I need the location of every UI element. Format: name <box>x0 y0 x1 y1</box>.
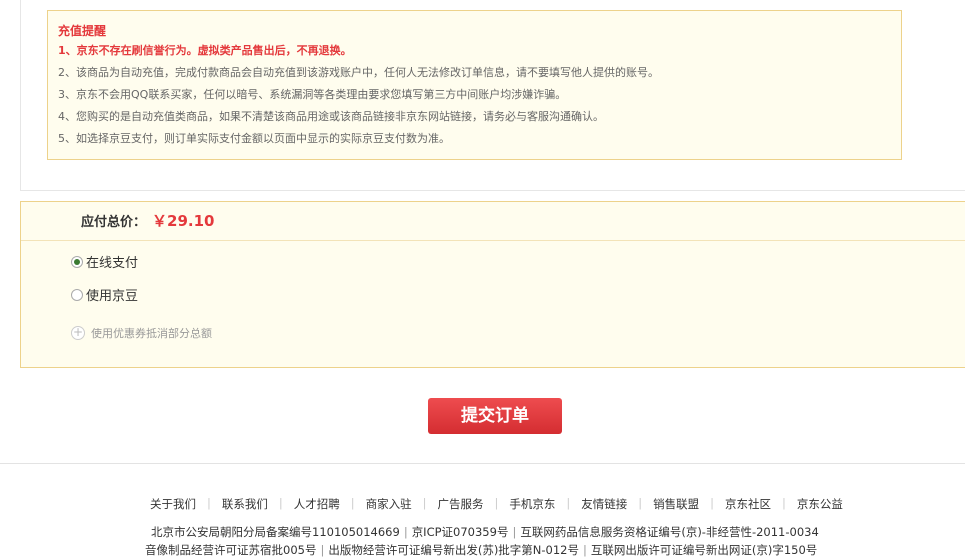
notice-line-3: 3、京东不会用QQ联系买家，任何以暗号、系统漏洞等各类理由要求您填写第三方中间账… <box>58 88 567 101</box>
footer-license-line-2: 音像制品经营许可证苏宿批005号 | 出版物经营许可证编号新出发(苏)批字第N-01… <box>145 542 817 558</box>
separator: | <box>207 496 211 510</box>
separator: | <box>350 496 355 510</box>
footer-link-contact[interactable]: 联系我们 <box>222 496 268 512</box>
radio-unchecked-icon[interactable] <box>71 288 83 301</box>
submit-order-button[interactable]: 提交订单 <box>428 398 562 434</box>
recharge-notice: 充值提醒 1、京东不存在刷信誉行为。虚拟类产品售出后，不再退换。 2、该商品为自… <box>47 10 902 160</box>
footer-license-text: 音像制品经营许可证苏宿批005号 <box>145 543 317 557</box>
radio-checked-icon[interactable] <box>71 255 83 268</box>
jingdou-label: 使用京豆 <box>86 289 139 304</box>
online-payment-label: 在线支付 <box>86 256 139 271</box>
footer-link-merchant[interactable]: 商家入驻 <box>366 496 412 512</box>
footer-links: 关于我们 | 联系我们 | 人才招聘 | 商家入驻 | 广告服务 | 手机京东 | 友情链接… <box>150 496 843 512</box>
separator: | <box>320 543 325 557</box>
footer-license-text: 北京市公安局朝阳分局备案编号110105014669 <box>151 525 400 539</box>
separator: | <box>512 525 517 539</box>
separator: | <box>638 496 643 510</box>
separator: | <box>403 525 408 539</box>
separator: | <box>422 496 427 510</box>
notice-line-5: 5、如选择京豆支付，则订单实际支付金额以页面中显示的实际京豆支付数为准。 <box>58 132 450 145</box>
notice-line-1: 1、京东不存在刷信誉行为。虚拟类产品售出后，不再退换。 <box>58 44 352 57</box>
footer-license-text: 出版物经营许可证编号新出发(苏)批字第N-012号 <box>328 543 580 557</box>
separator: | <box>566 496 571 510</box>
total-price: ￥29.10 <box>152 212 215 230</box>
footer-link-friends[interactable]: 友情链接 <box>581 496 627 512</box>
footer-license-text: 京ICP证070359号 <box>411 525 509 539</box>
separator: | <box>710 496 714 510</box>
separator: | <box>782 496 786 510</box>
jingdou-option[interactable]: 使用京豆 <box>71 285 138 304</box>
footer-link-mobile[interactable]: 手机京东 <box>509 496 555 512</box>
separator: | <box>494 496 499 510</box>
plus-icon[interactable]: + <box>71 326 85 340</box>
footer-license-line-1: 北京市公安局朝阳分局备案编号110105014669 | 京ICP证070359号 |… <box>151 524 819 540</box>
footer-link-about[interactable]: 关于我们 <box>150 496 196 512</box>
notice-line-2: 2、该商品为自动充值，完成付款商品会自动充值到该游戏账户中，任何人无法修改订单信… <box>58 66 659 79</box>
separator: | <box>278 496 283 510</box>
payment-panel: 应付总价： ￥29.10 在线支付 使用京豆 + 使用优惠券抵消部分总额 <box>20 201 965 368</box>
use-coupon-toggle[interactable]: + 使用优惠券抵消部分总额 <box>71 325 212 341</box>
coupon-label: 使用优惠券抵消部分总额 <box>91 327 212 340</box>
footer-link-ads[interactable]: 广告服务 <box>438 496 484 512</box>
notice-line-4: 4、您购买的是自动充值类商品，如果不清楚该商品用途或该商品链接非京东网站链接，请… <box>58 110 604 123</box>
footer-license-text: 互联网出版许可证编号新出网证(京)字150号 <box>590 543 818 557</box>
footer-link-charity[interactable]: 京东公益 <box>797 496 843 512</box>
footer-license-text: 互联网药品信息服务资格证编号(京)-非经营性-2011-0034 <box>520 525 819 539</box>
online-payment-option[interactable]: 在线支付 <box>71 252 138 271</box>
footer-link-affiliate[interactable]: 销售联盟 <box>653 496 699 512</box>
footer-divider <box>0 463 965 464</box>
footer-link-jobs[interactable]: 人才招聘 <box>294 496 340 512</box>
total-label: 应付总价： <box>81 215 147 230</box>
notice-title: 充值提醒 <box>58 24 107 38</box>
total-row: 应付总价： ￥29.10 <box>21 202 965 241</box>
footer-link-community[interactable]: 京东社区 <box>725 496 771 512</box>
separator: | <box>583 543 587 557</box>
